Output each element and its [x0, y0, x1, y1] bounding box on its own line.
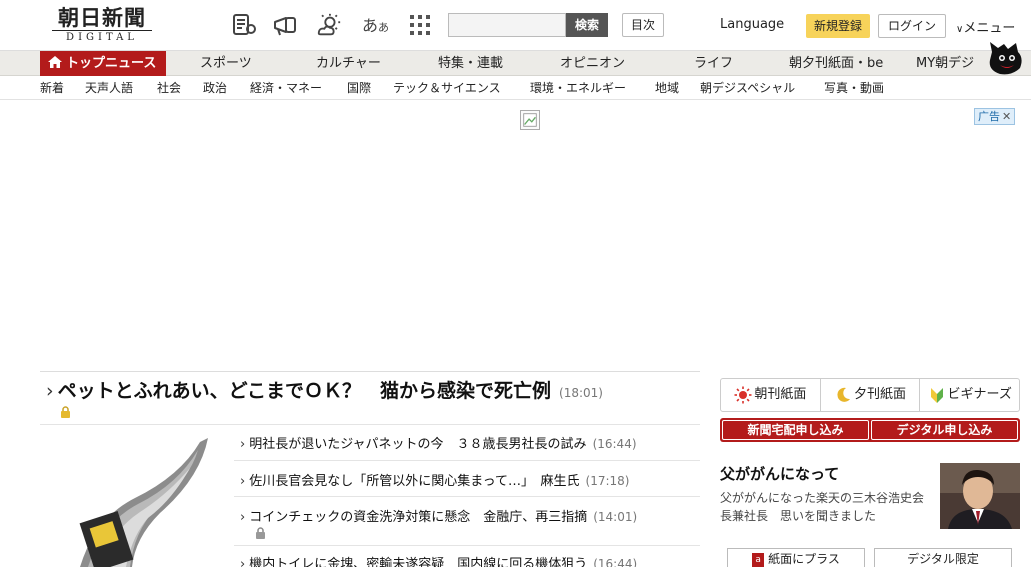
digital-subscribe-button[interactable]: デジタル申し込み: [871, 420, 1018, 440]
sub-nav-item-tech-science[interactable]: テック＆サイエンス: [393, 76, 501, 100]
megaphone-icon[interactable]: [272, 12, 298, 38]
main-nav-item-opinion[interactable]: オピニオン: [560, 51, 625, 76]
main-nav-label: トップニュース: [66, 56, 157, 71]
paper-tabs: 朝刊紙面 夕刊紙面 ビギナーズ: [720, 378, 1020, 412]
sub-nav-item-environment[interactable]: 環境・エネルギー: [530, 76, 626, 100]
news-item[interactable]: › 佐川長官会見なし「所管以外に関心集まって…」 麻生氏 (17:18): [240, 470, 630, 489]
broken-image-icon[interactable]: [520, 110, 540, 130]
chevron-right-icon: ›: [240, 510, 246, 525]
sub-nav-item-economy[interactable]: 経済・マネー: [250, 76, 322, 100]
newspaper-subscribe-button[interactable]: 新聞宅配申し込み: [722, 420, 869, 440]
news-item[interactable]: › コインチェックの資金洗浄対策に懸念 金融庁、再三指摘 (14:01): [240, 506, 637, 525]
ad-badge[interactable]: 广告 ✕: [974, 108, 1016, 125]
site-logo[interactable]: 朝日新聞 DIGITAL: [46, 6, 158, 46]
main-nav-item-sports[interactable]: スポーツ: [200, 51, 252, 76]
news-item[interactable]: › 明社長が退いたジャパネットの今 ３８歳長男社長の試み (16:44): [240, 433, 637, 452]
ad-badge-label: 广告: [978, 110, 1000, 123]
news-item-title: コインチェックの資金洗浄対策に懸念 金融庁、再三指摘: [249, 510, 588, 525]
tab-beginners[interactable]: ビギナーズ: [920, 379, 1019, 411]
tab-label: ビギナーズ: [947, 387, 1012, 402]
news-item-title: 佐川長官会見なし「所管以外に関心集まって…」 麻生氏: [249, 474, 580, 489]
main-headline-time: (18:01): [559, 386, 603, 400]
chevron-right-icon: ›: [46, 380, 54, 402]
home-icon: [48, 56, 62, 68]
subscribe-buttons: 新聞宅配申し込み デジタル申し込み: [720, 418, 1020, 442]
main-headline-title: ペットとふれあい、どこまでＯＫ？ 猫から感染で死亡例: [57, 380, 552, 402]
close-icon[interactable]: ✕: [1002, 110, 1011, 123]
mascot-character-icon[interactable]: [986, 40, 1026, 76]
news-item-title: 機内トイレに金塊、密輸未遂容疑 国内線に回る機体狙う: [249, 557, 588, 567]
tab-morning-paper[interactable]: 朝刊紙面: [721, 379, 821, 411]
lock-icon: [61, 406, 70, 418]
news-item-title: 明社長が退いたジャパネットの今 ３８歳長男社長の試み: [249, 437, 587, 452]
sub-nav: 新着 天声人語 社会 政治 経済・マネー 国際 テック＆サイエンス 環境・エネル…: [0, 76, 1031, 100]
sub-nav-item-tensei-jingo[interactable]: 天声人語: [85, 76, 133, 100]
lock-icon: [256, 527, 265, 539]
feature-text[interactable]: 父ががんになった楽天の三木谷浩史会長兼社長 思いを聞きました: [720, 489, 932, 525]
chevron-right-icon: ›: [240, 474, 246, 489]
chevron-right-icon: ›: [240, 557, 246, 567]
menu-button[interactable]: ∨メニュー: [956, 17, 1015, 36]
main-nav-item-paper[interactable]: 朝夕刊紙面・be: [789, 51, 883, 76]
sub-nav-item-society[interactable]: 社会: [157, 76, 181, 100]
main-nav-item-culture[interactable]: カルチャー: [316, 51, 381, 76]
moon-icon: [837, 387, 850, 402]
site-header: 朝日新聞 DIGITAL ああ 検索 目次 Language 新規登録 ログイン…: [0, 0, 1031, 50]
article-list-icon[interactable]: [231, 12, 257, 38]
sub-nav-item-latest[interactable]: 新着: [40, 76, 64, 100]
grid-menu-icon[interactable]: [407, 12, 433, 38]
sub-nav-item-special[interactable]: 朝デジスペシャル: [700, 76, 795, 100]
main-headline[interactable]: › ペットとふれあい、どこまでＯＫ？ 猫から感染で死亡例 (18:01): [46, 376, 603, 403]
sub-nav-item-photo-video[interactable]: 写真・動画: [824, 76, 884, 100]
paper-plus-button[interactable]: a 紙面にプラス: [727, 548, 865, 567]
feature-photo[interactable]: [940, 463, 1020, 529]
news-item[interactable]: › 機内トイレに金塊、密輸未遂容疑 国内線に回る機体狙う (16:44): [240, 553, 637, 567]
signup-button[interactable]: 新規登録: [806, 14, 870, 38]
main-nav-item-features[interactable]: 特集・連載: [438, 51, 503, 76]
tab-label: 朝刊紙面: [754, 387, 807, 402]
news-item-time: (16:44): [593, 557, 638, 567]
news-item-time: (17:18): [585, 474, 630, 488]
sub-nav-item-politics[interactable]: 政治: [203, 76, 227, 100]
sun-icon: [734, 386, 752, 403]
weather-icon[interactable]: [316, 12, 342, 38]
main-nav-item-life[interactable]: ライフ: [694, 51, 733, 76]
beginner-leaf-icon: [930, 387, 943, 403]
article-photo[interactable]: [40, 428, 230, 567]
news-item-time: (16:44): [592, 437, 637, 451]
logo-jp: 朝日新聞: [58, 5, 146, 30]
tab-label: 夕刊紙面: [854, 387, 907, 402]
main-nav-item-top-news[interactable]: トップニュース: [40, 51, 166, 76]
toc-button[interactable]: 目次: [622, 13, 664, 37]
sub-nav-item-international[interactable]: 国際: [347, 76, 371, 100]
news-item-time: (14:01): [593, 510, 638, 524]
paper-plus-label: 紙面にプラス: [768, 552, 840, 566]
login-button[interactable]: ログイン: [878, 14, 946, 38]
divider: [234, 545, 700, 546]
logo-en: DIGITAL: [52, 30, 152, 44]
digital-badge-icon: a: [752, 552, 765, 567]
sub-nav-item-regional[interactable]: 地域: [655, 76, 679, 100]
search-input[interactable]: [448, 13, 566, 37]
tab-evening-paper[interactable]: 夕刊紙面: [821, 379, 921, 411]
main-nav: トップニュース スポーツ カルチャー 特集・連載 オピニオン ライフ 朝夕刊紙面…: [0, 50, 1031, 76]
feature-title[interactable]: 父ががんになって: [720, 463, 839, 484]
search-button[interactable]: 検索: [566, 13, 608, 37]
chevron-right-icon: ›: [240, 437, 246, 452]
divider: [40, 371, 700, 372]
divider: [40, 424, 700, 425]
menu-label: メニュー: [963, 21, 1016, 36]
divider: [234, 496, 700, 497]
language-link[interactable]: Language: [720, 17, 784, 32]
digital-only-button[interactable]: デジタル限定: [874, 548, 1012, 567]
divider: [234, 460, 700, 461]
font-size-icon[interactable]: ああ: [362, 12, 389, 36]
main-nav-item-my-asadigi[interactable]: MY朝デジ: [916, 51, 974, 76]
